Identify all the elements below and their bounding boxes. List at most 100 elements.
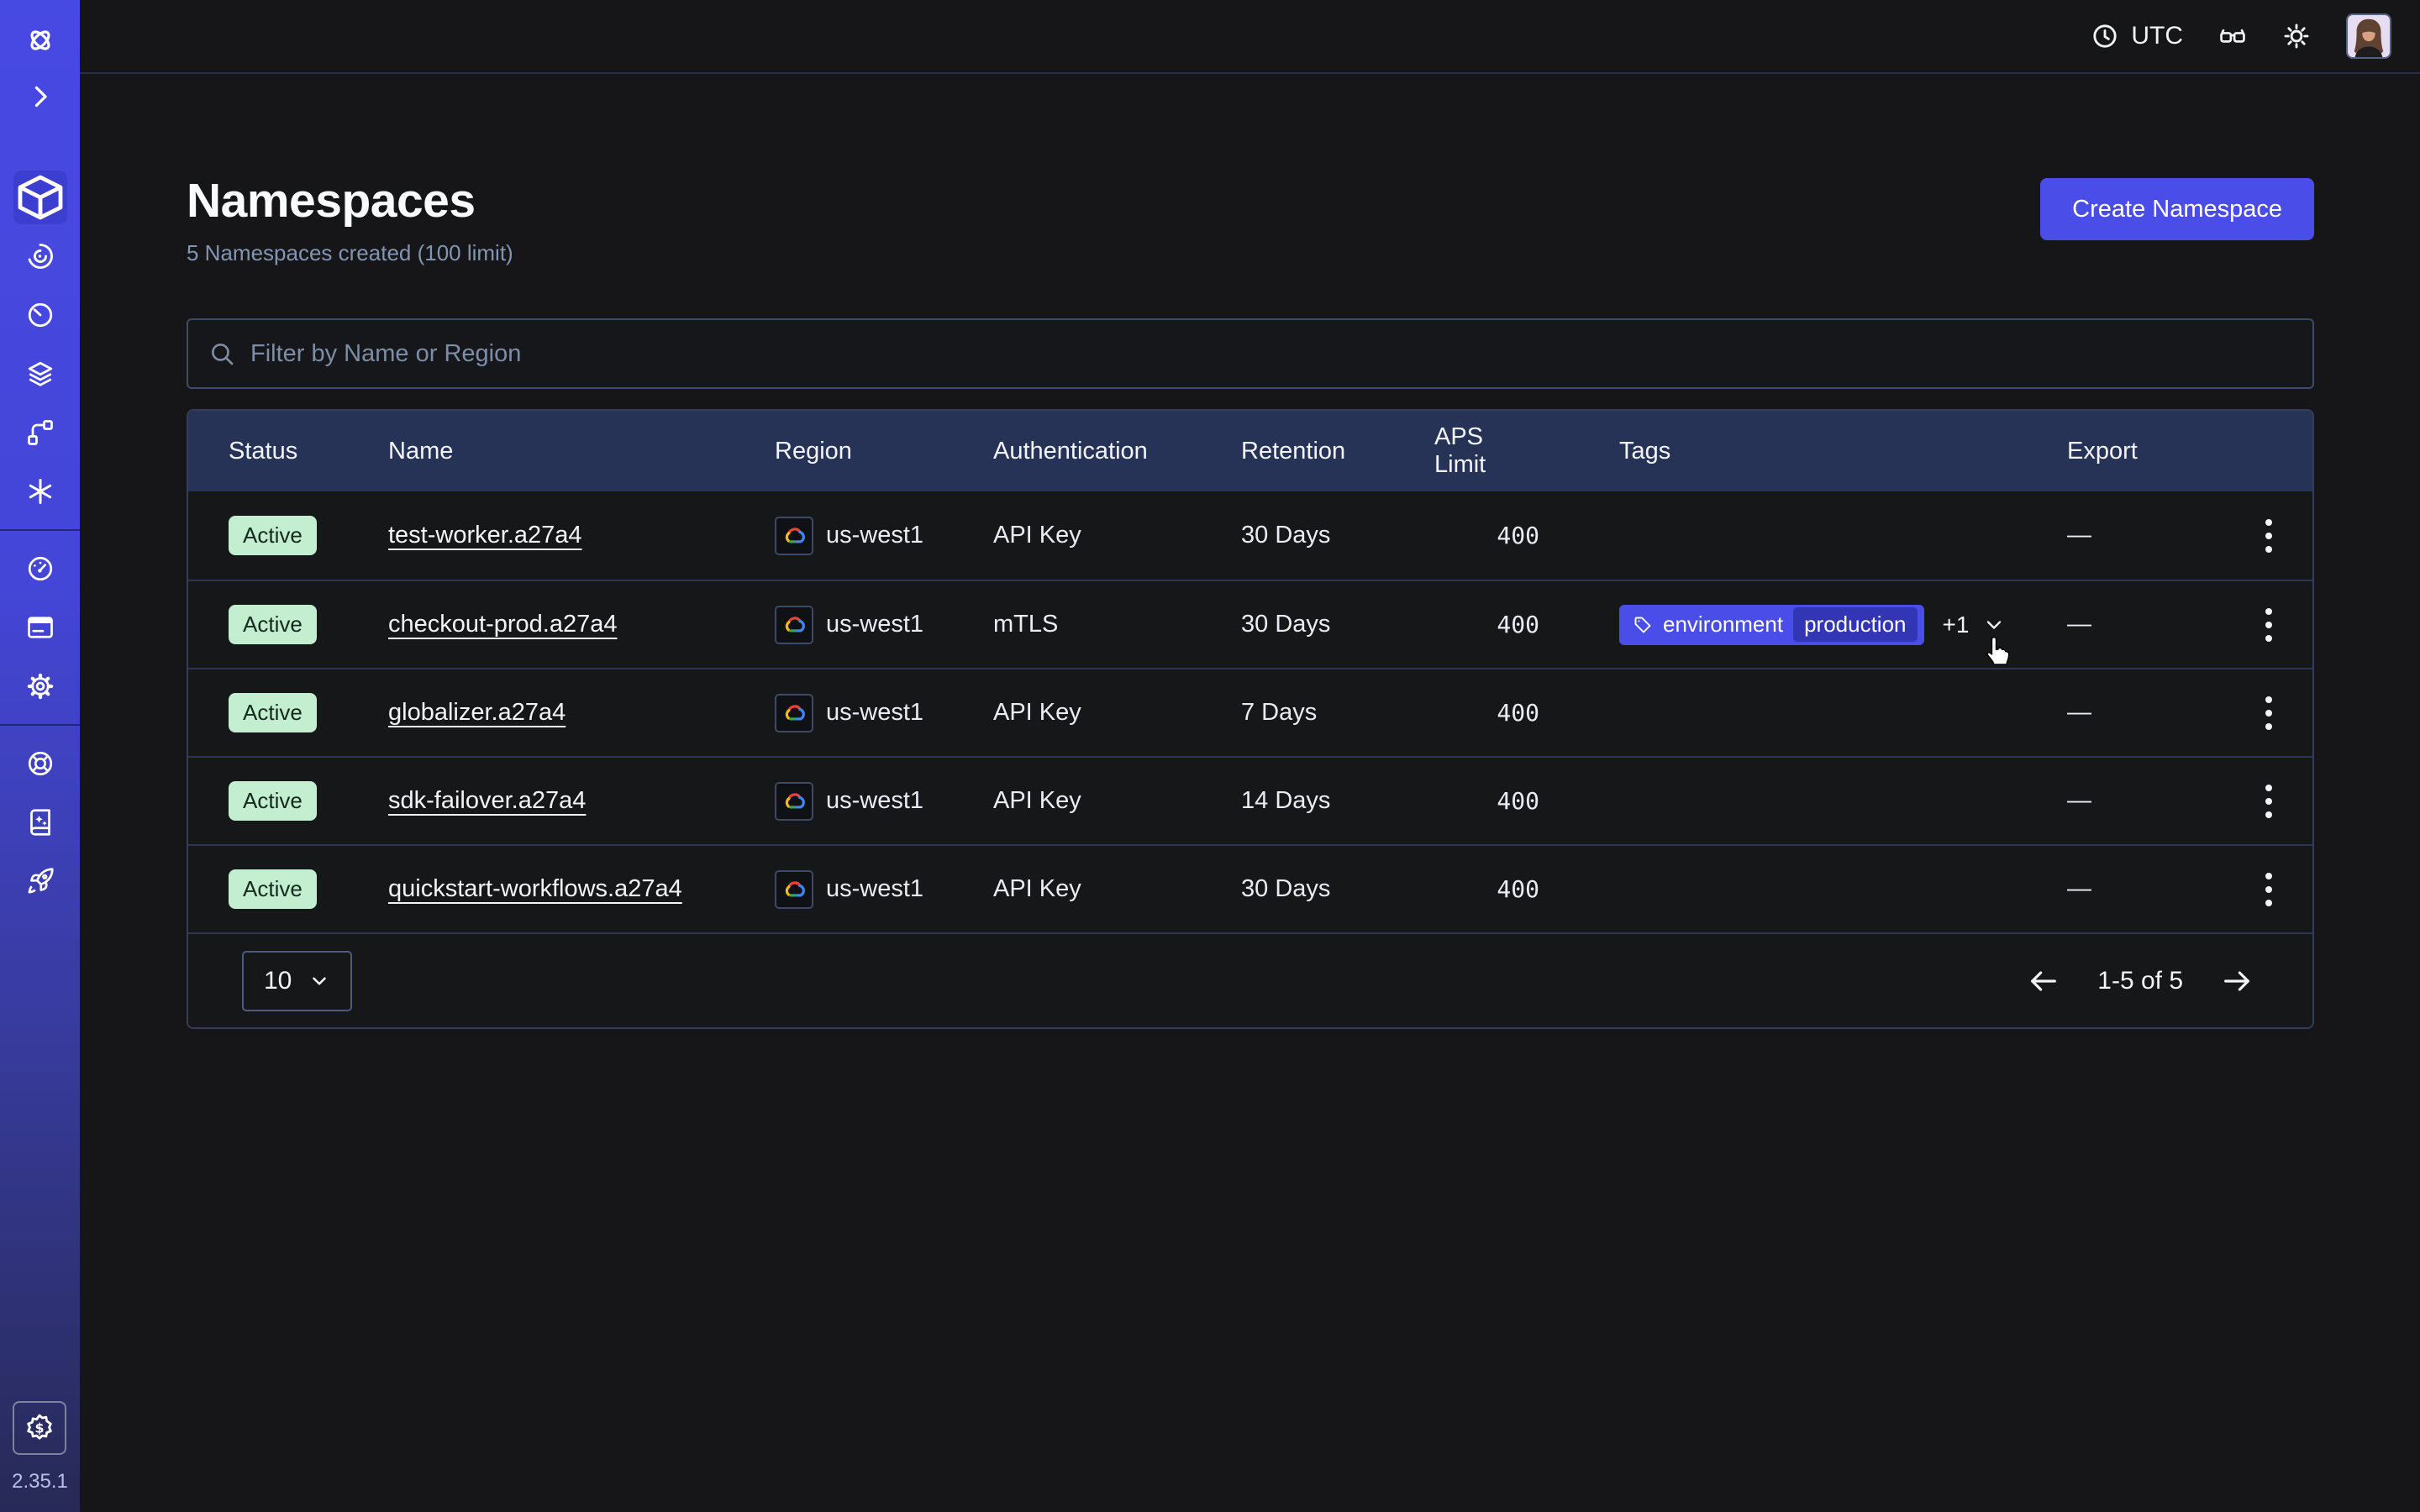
labs-glasses-icon[interactable]	[2218, 22, 2247, 50]
tag-badge[interactable]: environment production	[1619, 605, 1924, 645]
row-menu-button[interactable]	[2257, 603, 2281, 647]
status-cell: Active	[229, 781, 388, 821]
temporal-logo-icon[interactable]	[0, 12, 80, 69]
namespace-link[interactable]: globalizer.a27a4	[388, 699, 566, 727]
col-tags: Tags	[1539, 438, 2067, 465]
sidebar-item-batch-operations[interactable]	[0, 462, 80, 521]
status-cell: Active	[229, 693, 388, 732]
actions-cell	[2241, 603, 2296, 647]
filter-input[interactable]	[250, 340, 2292, 368]
filter-bar	[187, 318, 2314, 389]
gcp-cloud-icon	[775, 870, 813, 909]
clock-icon	[2091, 22, 2119, 50]
export-cell: —	[2067, 699, 2241, 727]
plan-dollar-badge-icon[interactable]: $	[13, 1401, 66, 1455]
actions-cell	[2241, 691, 2296, 735]
row-menu-button[interactable]	[2257, 514, 2281, 558]
gcp-cloud-icon	[775, 517, 813, 555]
table-row: Active quickstart-workflows.a27a4 us-wes…	[188, 844, 2312, 932]
sidebar-expand-chevron-icon[interactable]	[0, 69, 80, 124]
previous-page-arrow-icon[interactable]	[2027, 964, 2060, 998]
status-badge: Active	[229, 781, 317, 821]
namespaces-table: Status Name Region Authentication Retent…	[187, 409, 2314, 1029]
sidebar-item-deployments[interactable]	[0, 344, 80, 403]
status-cell: Active	[229, 516, 388, 555]
sidebar-item-settings[interactable]	[0, 657, 80, 716]
row-menu-button[interactable]	[2257, 868, 2281, 911]
retention-cell: 30 Days	[1241, 611, 1434, 638]
user-avatar[interactable]	[2346, 13, 2391, 59]
actions-cell	[2241, 780, 2296, 823]
name-cell: quickstart-workflows.a27a4	[388, 875, 775, 903]
sidebar-item-schedules[interactable]	[0, 286, 80, 344]
gcp-cloud-icon	[775, 694, 813, 732]
page-size-value: 10	[264, 967, 292, 995]
main-content: Namespaces 5 Namespaces created (100 lim…	[80, 74, 2420, 1029]
status-badge: Active	[229, 605, 317, 644]
tag-value: production	[1793, 607, 1917, 642]
region-cell: us-west1	[775, 517, 993, 555]
col-status: Status	[229, 438, 388, 465]
row-menu-button[interactable]	[2257, 780, 2281, 823]
authentication-cell: mTLS	[993, 611, 1241, 638]
name-cell: test-worker.a27a4	[388, 522, 775, 549]
namespace-link[interactable]: test-worker.a27a4	[388, 522, 582, 549]
authentication-cell: API Key	[993, 787, 1241, 815]
table-header-row: Status Name Region Authentication Retent…	[188, 411, 2312, 491]
gcp-cloud-icon	[775, 782, 813, 821]
aps-limit-cell: 400	[1434, 699, 1539, 727]
sidebar-item-nexus[interactable]	[0, 403, 80, 462]
col-region: Region	[775, 438, 993, 465]
theme-sun-icon[interactable]	[2282, 22, 2311, 50]
name-cell: checkout-prod.a27a4	[388, 611, 775, 638]
col-authentication: Authentication	[993, 438, 1241, 465]
region-label: us-west1	[826, 611, 923, 638]
gcp-cloud-icon	[775, 606, 813, 644]
actions-cell	[2241, 514, 2296, 558]
sidebar-bottom: $ 2.35.1	[12, 1401, 68, 1512]
sidebar-item-namespaces[interactable]	[13, 171, 67, 224]
col-name: Name	[388, 438, 775, 465]
region-label: us-west1	[826, 699, 923, 727]
pagination: 1-5 of 5	[2027, 964, 2254, 998]
region-cell: us-west1	[775, 870, 993, 909]
sidebar-item-usage[interactable]	[0, 539, 80, 598]
sidebar-item-support[interactable]	[0, 734, 80, 793]
sidebar-item-billing[interactable]	[0, 598, 80, 657]
col-aps-limit: APS Limit	[1434, 423, 1539, 479]
export-cell: —	[2067, 787, 2241, 815]
timezone-selector[interactable]: UTC	[2091, 22, 2183, 50]
namespace-link[interactable]: checkout-prod.a27a4	[388, 611, 617, 638]
authentication-cell: API Key	[993, 699, 1241, 727]
namespace-link[interactable]: sdk-failover.a27a4	[388, 787, 586, 815]
tag-more-count: +1	[1943, 612, 1970, 638]
mouse-cursor	[1976, 632, 2017, 672]
retention-cell: 30 Days	[1241, 875, 1434, 903]
status-cell: Active	[229, 869, 388, 909]
sidebar-item-workflows[interactable]	[0, 227, 80, 286]
namespace-link[interactable]: quickstart-workflows.a27a4	[388, 875, 682, 903]
page-size-select[interactable]: 10	[242, 951, 352, 1011]
table-body: Active test-worker.a27a4 us-west1 API Ke…	[188, 491, 2312, 932]
region-label: us-west1	[826, 787, 923, 815]
create-namespace-button[interactable]: Create Namespace	[2040, 178, 2314, 240]
col-retention: Retention	[1241, 438, 1434, 465]
next-page-arrow-icon[interactable]	[2220, 964, 2254, 998]
name-cell: globalizer.a27a4	[388, 699, 775, 727]
aps-limit-cell: 400	[1434, 522, 1539, 549]
region-cell: us-west1	[775, 782, 993, 821]
sidebar-item-getting-started[interactable]	[0, 852, 80, 911]
authentication-cell: API Key	[993, 875, 1241, 903]
chevron-down-icon	[308, 970, 330, 992]
row-menu-button[interactable]	[2257, 691, 2281, 735]
status-badge: Active	[229, 693, 317, 732]
sidebar-item-docs[interactable]	[0, 793, 80, 852]
retention-cell: 7 Days	[1241, 699, 1434, 727]
topbar: UTC	[80, 0, 2420, 74]
retention-cell: 14 Days	[1241, 787, 1434, 815]
aps-limit-cell: 400	[1434, 787, 1539, 815]
retention-cell: 30 Days	[1241, 522, 1434, 549]
sidebar-divider	[0, 724, 80, 726]
namespace-count-subtitle: 5 Namespaces created (100 limit)	[187, 240, 513, 266]
col-export: Export	[2067, 438, 2241, 465]
